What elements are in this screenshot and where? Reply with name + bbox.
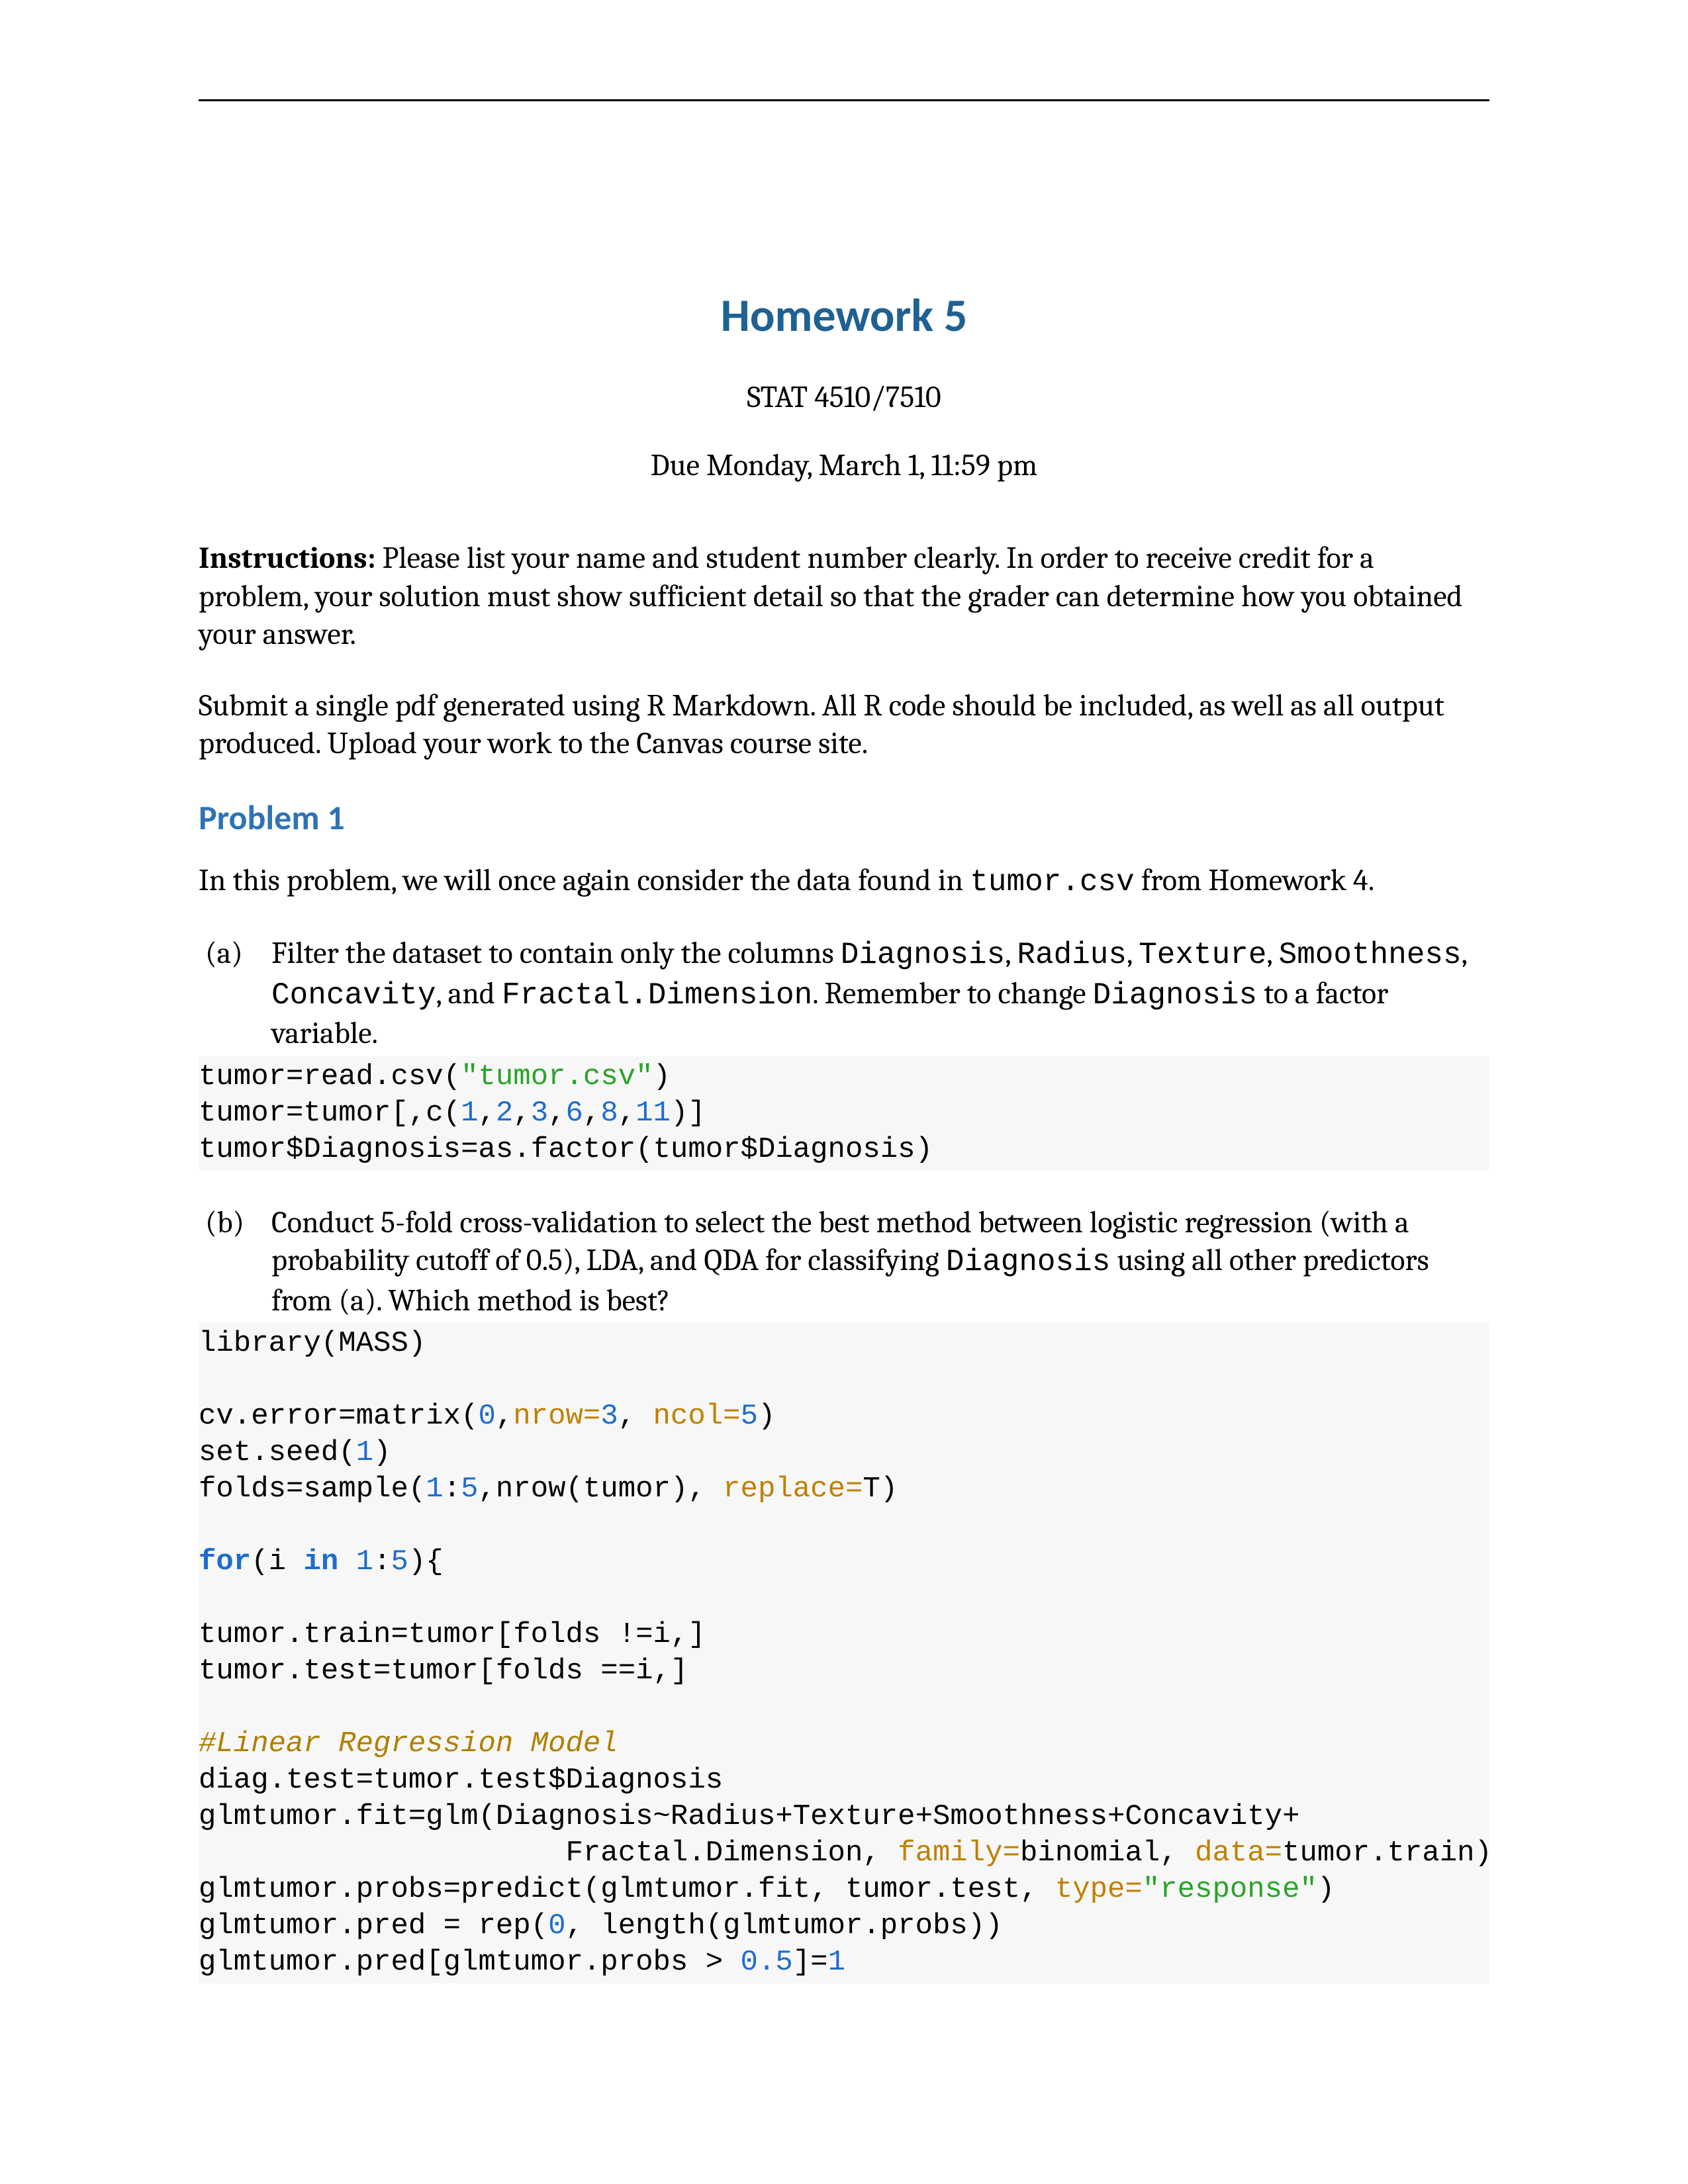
code-inline: Diagnosis [841, 938, 1005, 972]
code-num: 5 [391, 1545, 408, 1578]
text: . Remember to change [812, 976, 1092, 1011]
code-inline: Smoothness [1279, 938, 1462, 972]
code-line: glmtumor.probs=predict(glmtumor.fit, tum… [199, 1873, 1055, 1906]
top-rule [199, 99, 1489, 101]
code-block-a: tumor=read.csv("tumor.csv") tumor=tumor[… [199, 1056, 1489, 1171]
code-line: tumor.test=tumor[folds ==i,] [199, 1655, 688, 1688]
instructions-label: Instructions: [199, 541, 376, 576]
code-num: 0 [548, 1909, 565, 1942]
code-line: T) [863, 1473, 898, 1506]
code-inline-tumor-csv: tumor.csv [970, 865, 1134, 899]
code-num: 0.5 [741, 1946, 793, 1979]
code-line: )] [671, 1097, 706, 1130]
course-code: STAT 4510/7510 [199, 380, 1489, 415]
code-kw: data= [1195, 1837, 1282, 1870]
code-num: 3 [531, 1097, 548, 1130]
code-num: 8 [600, 1097, 618, 1130]
code-line: ){ [408, 1545, 444, 1578]
text: , [1127, 936, 1139, 971]
code-line: ) [653, 1060, 671, 1093]
code-line: set.seed( [199, 1436, 356, 1469]
text: , [1005, 936, 1017, 971]
code-kw: ncol= [653, 1400, 741, 1433]
code-line: , length(glmtumor.probs)) [566, 1909, 1003, 1942]
problem-1-heading: Problem 1 [199, 796, 1489, 839]
code-line: tumor=tumor[,c( [199, 1097, 461, 1130]
code-string: "response" [1143, 1873, 1317, 1906]
code-line: tumor$Diagnosis=as.factor(tumor$Diagnosi… [199, 1133, 933, 1166]
code-line: glmtumor.pred[glmtumor.probs > [199, 1946, 741, 1979]
code-line: ) [373, 1436, 391, 1469]
code-line: tumor=read.csv( [199, 1060, 461, 1093]
code-block-b: library(MASS) cv.error=matrix(0,nrow=3, … [199, 1323, 1489, 1983]
code-line: , [618, 1400, 653, 1433]
code-line: , [496, 1400, 513, 1433]
code-string: "tumor.csv" [461, 1060, 653, 1093]
code-num: 1 [461, 1097, 478, 1130]
item-label-b: (b) [199, 1204, 271, 1320]
code-line: diag.test=tumor.test$Diagnosis [199, 1764, 723, 1797]
due-date: Due Monday, March 1, 11:59 pm [199, 448, 1489, 483]
code-num: 1 [828, 1946, 845, 1979]
code-line: binomial, [1020, 1837, 1195, 1870]
text: , and [436, 976, 502, 1011]
code-kw: replace= [723, 1473, 863, 1506]
code-kw: family= [898, 1837, 1020, 1870]
code-line: ,nrow(tumor), [478, 1473, 723, 1506]
instructions-p2: Submit a single pdf generated using R Ma… [199, 687, 1489, 763]
code-inline: Diagnosis [1093, 978, 1257, 1013]
text: , [1462, 936, 1467, 971]
code-num: 5 [461, 1473, 478, 1506]
code-line: glmtumor.fit=glm(Diagnosis~Radius+Textur… [199, 1800, 1299, 1833]
code-kw: type= [1055, 1873, 1143, 1906]
document-page: Homework 5 STAT 4510/7510 Due Monday, Ma… [0, 0, 1688, 2184]
code-line: ) [758, 1400, 775, 1433]
code-comment: #Linear Regression Model [199, 1727, 618, 1760]
instructions-p1-text: Please list your name and student number… [199, 541, 1462, 652]
code-line: cv.error=matrix( [199, 1400, 478, 1433]
problem-1a: (a) Filter the dataset to contain only t… [199, 934, 1489, 1053]
code-kw: in [303, 1545, 338, 1578]
code-inline: Radius [1017, 938, 1127, 972]
item-a-body: Filter the dataset to contain only the c… [271, 934, 1489, 1053]
text: , [1266, 936, 1278, 971]
code-line: Fractal.Dimension, [199, 1837, 898, 1870]
code-inline: Fractal.Dimension [502, 978, 812, 1013]
code-inline: Diagnosis [946, 1245, 1110, 1279]
code-line: tumor.train=tumor[folds !=i,] [199, 1618, 706, 1651]
instructions-p1: Instructions: Please list your name and … [199, 539, 1489, 654]
code-num: 1 [356, 1436, 373, 1469]
code-num: 5 [741, 1400, 758, 1433]
code-num: 1 [426, 1473, 443, 1506]
code-num: 3 [600, 1400, 618, 1433]
code-num: 2 [496, 1097, 513, 1130]
code-line: tumor.train) [1282, 1837, 1492, 1870]
code-line: glmtumor.pred = rep( [199, 1909, 548, 1942]
problem-1b: (b) Conduct 5-fold cross-validation to s… [199, 1204, 1489, 1320]
item-label-a: (a) [199, 934, 271, 1053]
text: from Homework 4. [1135, 863, 1374, 898]
code-kw: nrow= [513, 1400, 600, 1433]
code-inline: Texture [1139, 938, 1266, 972]
code-line: folds=sample( [199, 1473, 426, 1506]
code-kw: for [199, 1545, 251, 1578]
code-line: ) [1317, 1873, 1335, 1906]
page-title: Homework 5 [199, 287, 1489, 343]
code-num: 11 [635, 1097, 671, 1130]
code-num: 1 [356, 1545, 373, 1578]
code-line: ]= [793, 1946, 828, 1979]
problem-1-intro: In this problem, we will once again cons… [199, 862, 1489, 902]
code-line: (i [251, 1545, 303, 1578]
item-b-body: Conduct 5-fold cross-validation to selec… [271, 1204, 1489, 1320]
text: Filter the dataset to contain only the c… [271, 936, 841, 971]
code-line: library(MASS) [199, 1327, 426, 1360]
code-num: 0 [478, 1400, 495, 1433]
code-num: 6 [566, 1097, 583, 1130]
code-inline: Concavity [271, 978, 436, 1013]
code-line [338, 1545, 355, 1578]
text: In this problem, we will once again cons… [199, 863, 970, 898]
